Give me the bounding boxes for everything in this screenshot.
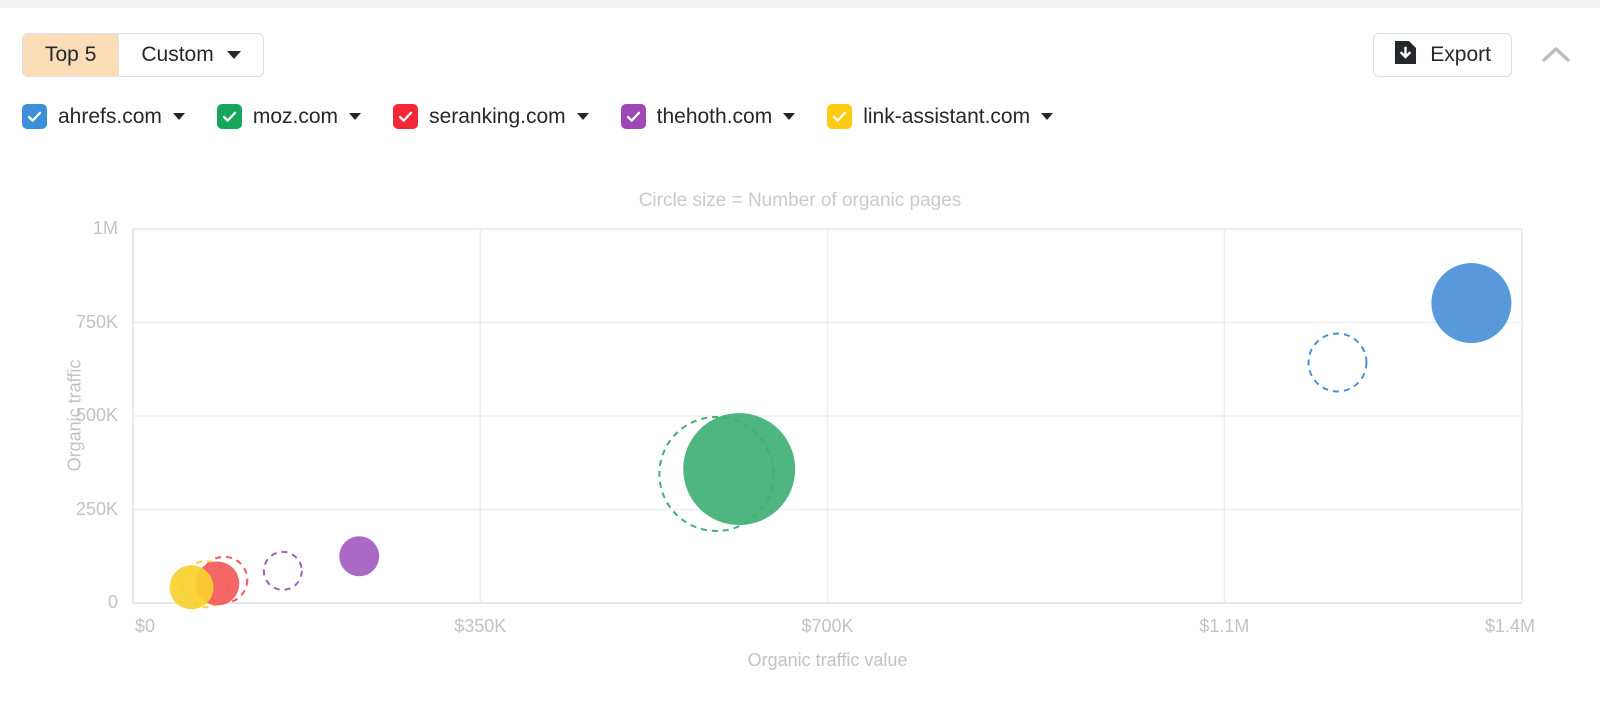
bubble-current-seranking-com[interactable] [195, 561, 240, 606]
y-axis-tick: 750K [75, 311, 118, 332]
x-axis-tick: $350K [454, 616, 507, 636]
bubble-current-ahrefs-com[interactable] [1431, 263, 1512, 344]
caret-down-icon[interactable] [1041, 113, 1054, 120]
export-button[interactable]: Export [1373, 33, 1512, 77]
checkmark-icon [626, 111, 640, 122]
preset-custom-dropdown[interactable]: Custom [119, 34, 262, 76]
file-download-icon [1394, 40, 1417, 71]
legend-item-label: seranking.com [429, 104, 566, 128]
legend-item-label: thehoth.com [656, 104, 773, 128]
x-axis-tick: $700K [801, 616, 854, 636]
y-axis-tick: 500K [75, 405, 118, 425]
legend-checkbox[interactable] [216, 104, 242, 129]
x-axis-tick: $1.1M [1199, 616, 1250, 636]
checkmark-icon [27, 111, 42, 122]
preset-top5-label: Top 5 [45, 43, 97, 66]
legend-item-label: ahrefs.com [58, 104, 162, 128]
y-axis-title: Organic traffic [64, 359, 85, 472]
legend-item-seranking-com[interactable]: seranking.com [393, 104, 589, 129]
x-axis-tick: $1.4M [1484, 616, 1536, 636]
caret-down-icon[interactable] [783, 113, 796, 120]
bubble-previous-seranking-com[interactable] [200, 555, 249, 604]
legend-checkbox[interactable] [827, 104, 853, 129]
legend-item-ahrefs-com[interactable]: ahrefs.com [22, 104, 185, 129]
legend-item-thehoth-com[interactable]: thehoth.com [620, 104, 796, 129]
legend-checkbox[interactable] [22, 104, 47, 129]
chart-toolbar: Top 5 Custom Export [0, 8, 1600, 96]
competitor-preset-selector: Top 5 Custom [22, 33, 264, 77]
window-top-strip [0, 0, 1600, 8]
bubble-previous-moz-com[interactable] [658, 415, 775, 532]
checkmark-icon [222, 111, 237, 122]
caret-down-icon[interactable] [349, 113, 362, 120]
collapse-panel-button[interactable] [1538, 40, 1574, 70]
legend-item-label: moz.com [252, 104, 339, 128]
caret-down-icon [226, 51, 241, 59]
bubble-current-link-assistant-com[interactable] [169, 565, 214, 610]
caret-down-icon[interactable] [576, 113, 589, 120]
checkmark-icon [398, 111, 413, 122]
bubble-current-moz-com[interactable] [683, 413, 796, 526]
caret-down-icon[interactable] [172, 113, 185, 120]
legend-checkbox[interactable] [393, 104, 419, 129]
competitor-legend: ahrefs.com moz.com seranking.com thehoth.co… [22, 104, 1085, 129]
bubble-current-thehoth-com[interactable] [339, 536, 380, 577]
legend-item-link-assistant-com[interactable]: link-assistant.com [827, 104, 1054, 129]
bubble-previous-link-assistant-com[interactable] [181, 560, 230, 609]
x-axis-title: Organic traffic value [747, 650, 908, 670]
legend-item-moz-com[interactable]: moz.com [216, 104, 362, 129]
bubble-previous-ahrefs-com[interactable] [1307, 332, 1368, 393]
legend-item-label: link-assistant.com [863, 104, 1031, 128]
y-axis-tick: 1M [92, 218, 118, 238]
preset-top5-button[interactable]: Top 5 [23, 34, 119, 76]
y-axis-tick: 0 [107, 592, 118, 612]
x-axis-tick: $0 [134, 616, 156, 636]
export-label: Export [1430, 43, 1491, 66]
chart-subtitle: Circle size = Number of organic pages [638, 190, 962, 211]
y-axis-tick: 250K [75, 498, 118, 519]
checkmark-icon [833, 111, 847, 122]
legend-checkbox[interactable] [620, 104, 646, 129]
bubble-previous-thehoth-com[interactable] [262, 550, 303, 591]
chevron-up-icon [1542, 47, 1570, 62]
preset-custom-label: Custom [141, 43, 214, 66]
